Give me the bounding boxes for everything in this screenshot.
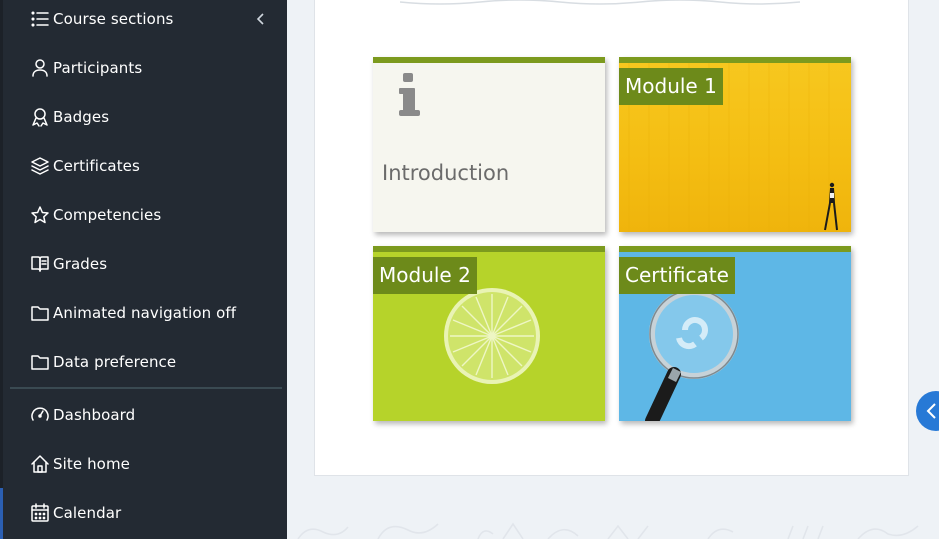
cropped-decoration — [400, 0, 800, 5]
sidebar-item-participants[interactable]: Participants — [29, 56, 142, 80]
section-tile-certificate[interactable]: Certificate — [619, 246, 851, 421]
badge-icon — [29, 106, 51, 128]
chevron-left-icon — [926, 403, 936, 419]
sidebar-item-label: Certificates — [53, 157, 140, 175]
tile-title: Module 2 — [373, 257, 477, 294]
sidebar-item-label: Badges — [53, 108, 110, 126]
sidebar-item-certificates[interactable]: Certificates — [29, 154, 140, 178]
sidebar-item-label: Dashboard — [53, 406, 136, 424]
section-tile-module-1[interactable]: Module 1 — [619, 57, 851, 232]
sidebar-item-grades[interactable]: Grades — [29, 252, 107, 276]
star-icon — [29, 204, 51, 226]
user-icon — [29, 57, 51, 79]
tile-title: Certificate — [619, 257, 735, 294]
sidebar-item-label: Site home — [53, 455, 130, 473]
chevron-left-icon[interactable] — [255, 11, 269, 27]
sidebar-item-label: Participants — [53, 59, 143, 77]
section-tile-introduction[interactable]: Introduction — [373, 57, 605, 232]
sidebar-item-competencies[interactable]: Competencies — [29, 203, 161, 227]
sidebar-item-label: Animated navigation off — [53, 304, 237, 322]
tile-title: Module 1 — [619, 68, 723, 105]
sidebar-item-dashboard[interactable]: Dashboard — [29, 403, 135, 427]
list-icon — [29, 8, 51, 30]
sidebar-item-badges[interactable]: Badges — [29, 105, 109, 129]
home-icon — [29, 453, 51, 475]
course-index-sidebar: Course sections Participants Badges Cert… — [0, 0, 287, 539]
sidebar-item-label: Grades — [53, 255, 108, 273]
open-block-drawer-button[interactable] — [916, 391, 939, 431]
footer-decoration — [297, 522, 919, 539]
section-tile-module-2[interactable]: Module 2 — [373, 246, 605, 421]
sidebar-divider — [10, 387, 282, 389]
folder-icon — [29, 302, 51, 324]
sidebar-item-site-home[interactable]: Site home — [29, 452, 130, 476]
sidebar-item-data-preference[interactable]: Data preference — [29, 350, 176, 374]
sidebar-item-label: Competencies — [53, 206, 162, 224]
tile-title: Introduction — [382, 161, 510, 185]
info-icon — [399, 73, 420, 116]
book-icon — [29, 253, 51, 275]
sidebar-edge — [0, 0, 3, 539]
sidebar-item-label: Course sections — [53, 10, 174, 28]
sidebar-item-animated-navigation[interactable]: Animated navigation off — [29, 301, 236, 325]
tile-top-bar — [373, 57, 605, 63]
sidebar-item-calendar[interactable]: Calendar — [29, 501, 121, 525]
folder-icon — [29, 351, 51, 373]
sidebar-item-course-sections[interactable]: Course sections — [29, 7, 173, 31]
layers-icon — [29, 155, 51, 177]
gauge-icon — [29, 404, 51, 426]
sidebar-item-label: Calendar — [53, 504, 122, 522]
active-item-indicator — [0, 488, 3, 539]
calendar-icon — [29, 502, 51, 524]
sidebar-item-label: Data preference — [53, 353, 177, 371]
